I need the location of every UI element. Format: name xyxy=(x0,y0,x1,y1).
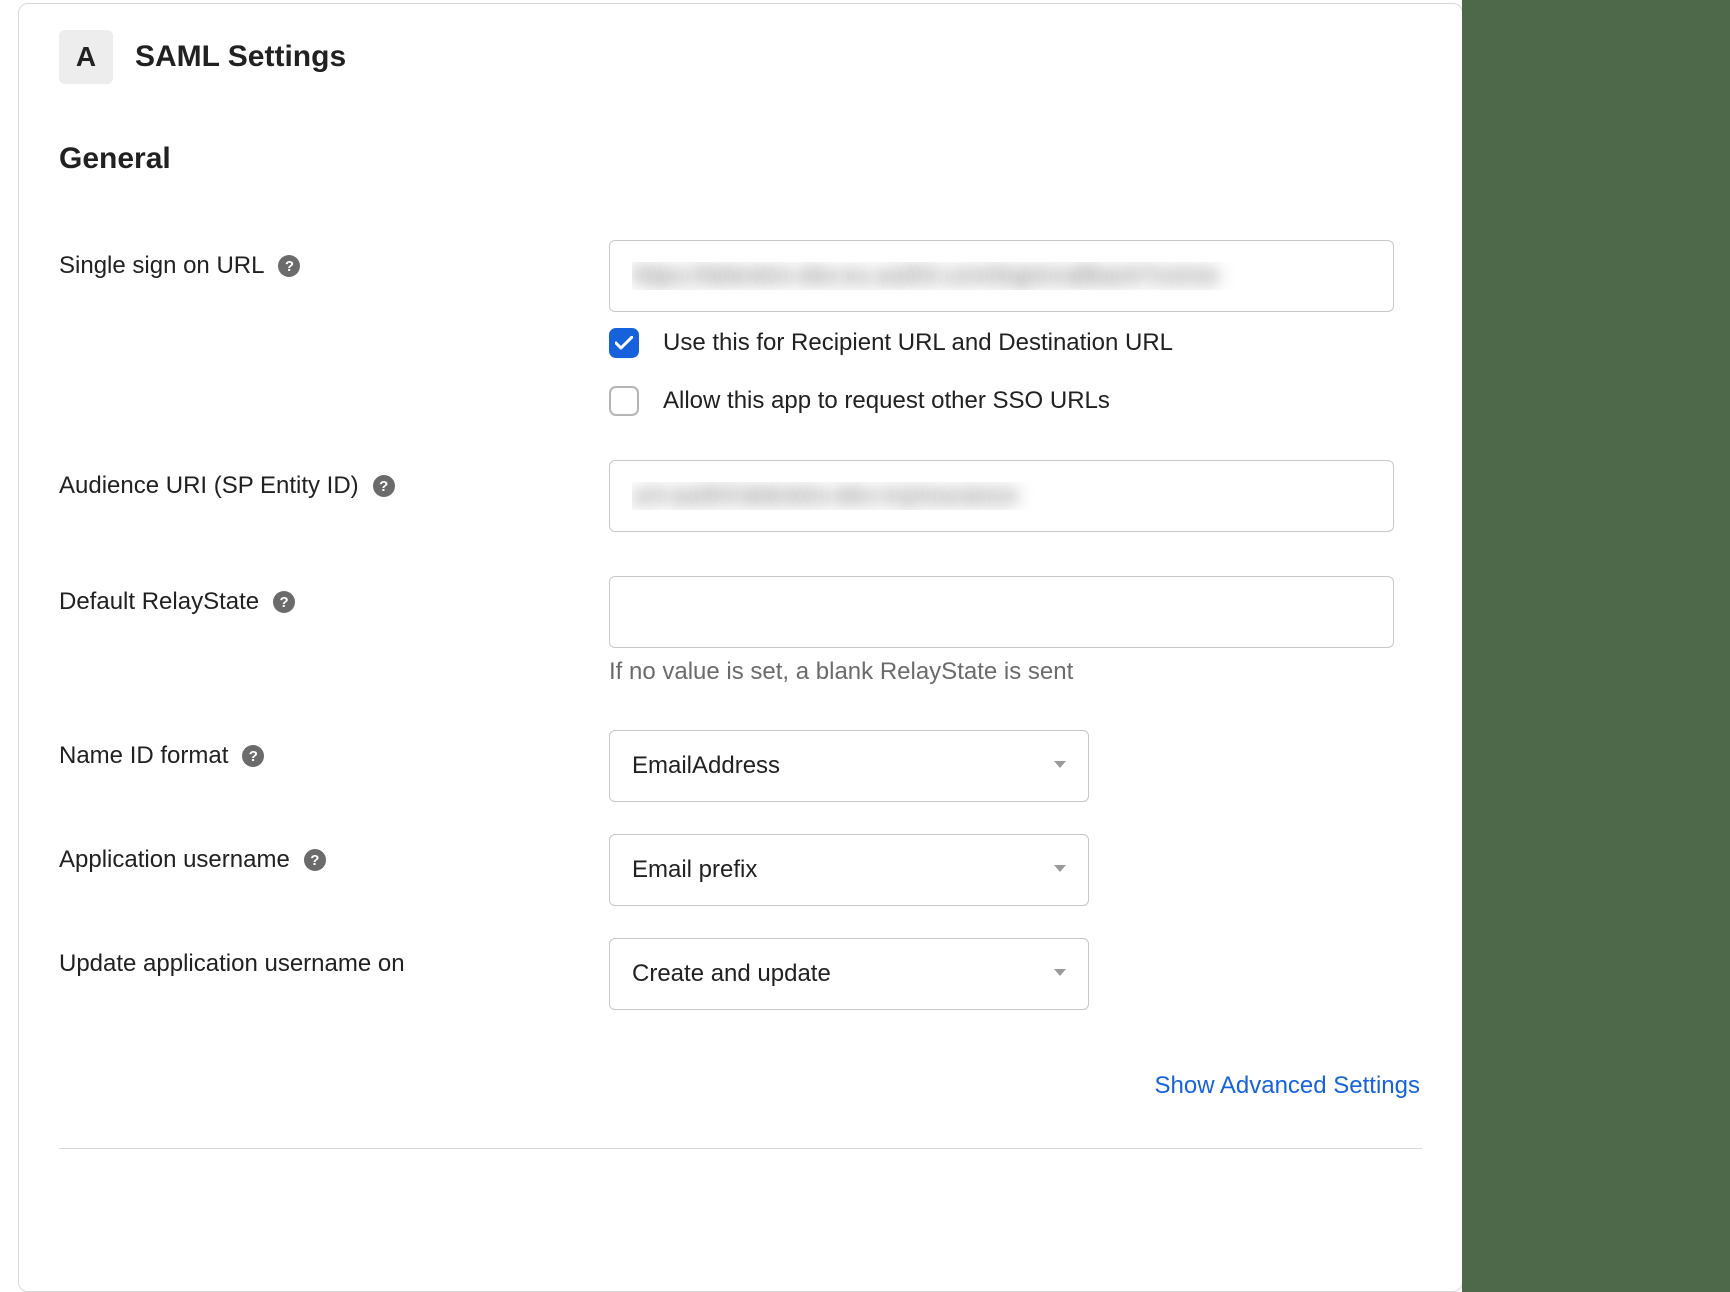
checkbox-label-other-sso: Allow this app to request other SSO URLs xyxy=(663,387,1110,415)
hint-relay-state: If no value is set, a blank RelayState i… xyxy=(609,658,1394,686)
input-relay-state[interactable] xyxy=(609,576,1394,648)
label-relay-state: Default RelayState xyxy=(59,588,259,616)
show-advanced-settings-link[interactable]: Show Advanced Settings xyxy=(1154,1072,1420,1100)
saml-settings-panel: A SAML Settings General Single sign on U… xyxy=(18,3,1463,1292)
row-app-username: Application username ? Email prefix xyxy=(59,834,1422,906)
help-icon[interactable]: ? xyxy=(273,591,295,613)
select-update-on[interactable]: Create and update xyxy=(609,938,1089,1010)
help-icon[interactable]: ? xyxy=(242,745,264,767)
panel-header: A SAML Settings xyxy=(59,30,1422,84)
side-stripe xyxy=(1462,0,1730,1292)
checkbox-allow-other-sso[interactable] xyxy=(609,386,639,416)
label-app-username: Application username xyxy=(59,846,290,874)
help-icon[interactable]: ? xyxy=(373,475,395,497)
checkbox-use-recipient-url[interactable] xyxy=(609,328,639,358)
label-audience-uri: Audience URI (SP Entity ID) xyxy=(59,472,359,500)
row-audience-uri: Audience URI (SP Entity ID) ? xyxy=(59,460,1422,532)
row-update-username-on: Update application username on Create an… xyxy=(59,938,1422,1010)
divider xyxy=(59,1148,1422,1149)
header-badge: A xyxy=(59,30,113,84)
panel-title: SAML Settings xyxy=(135,40,346,74)
row-relay-state: Default RelayState ? If no value is set,… xyxy=(59,576,1422,686)
help-icon[interactable]: ? xyxy=(304,849,326,871)
input-sso-url[interactable] xyxy=(609,240,1394,312)
row-name-id-format: Name ID format ? EmailAddress xyxy=(59,730,1422,802)
section-title-general: General xyxy=(59,142,1422,176)
help-icon[interactable]: ? xyxy=(278,255,300,277)
row-sso-url: Single sign on URL ? Use this for Recipi… xyxy=(59,240,1422,416)
checkbox-label-recipient: Use this for Recipient URL and Destinati… xyxy=(663,329,1173,357)
label-sso-url: Single sign on URL xyxy=(59,252,264,280)
select-name-id-format[interactable]: EmailAddress xyxy=(609,730,1089,802)
input-audience-uri[interactable] xyxy=(609,460,1394,532)
label-update-on: Update application username on xyxy=(59,950,405,978)
select-app-username[interactable]: Email prefix xyxy=(609,834,1089,906)
label-name-id: Name ID format xyxy=(59,742,228,770)
